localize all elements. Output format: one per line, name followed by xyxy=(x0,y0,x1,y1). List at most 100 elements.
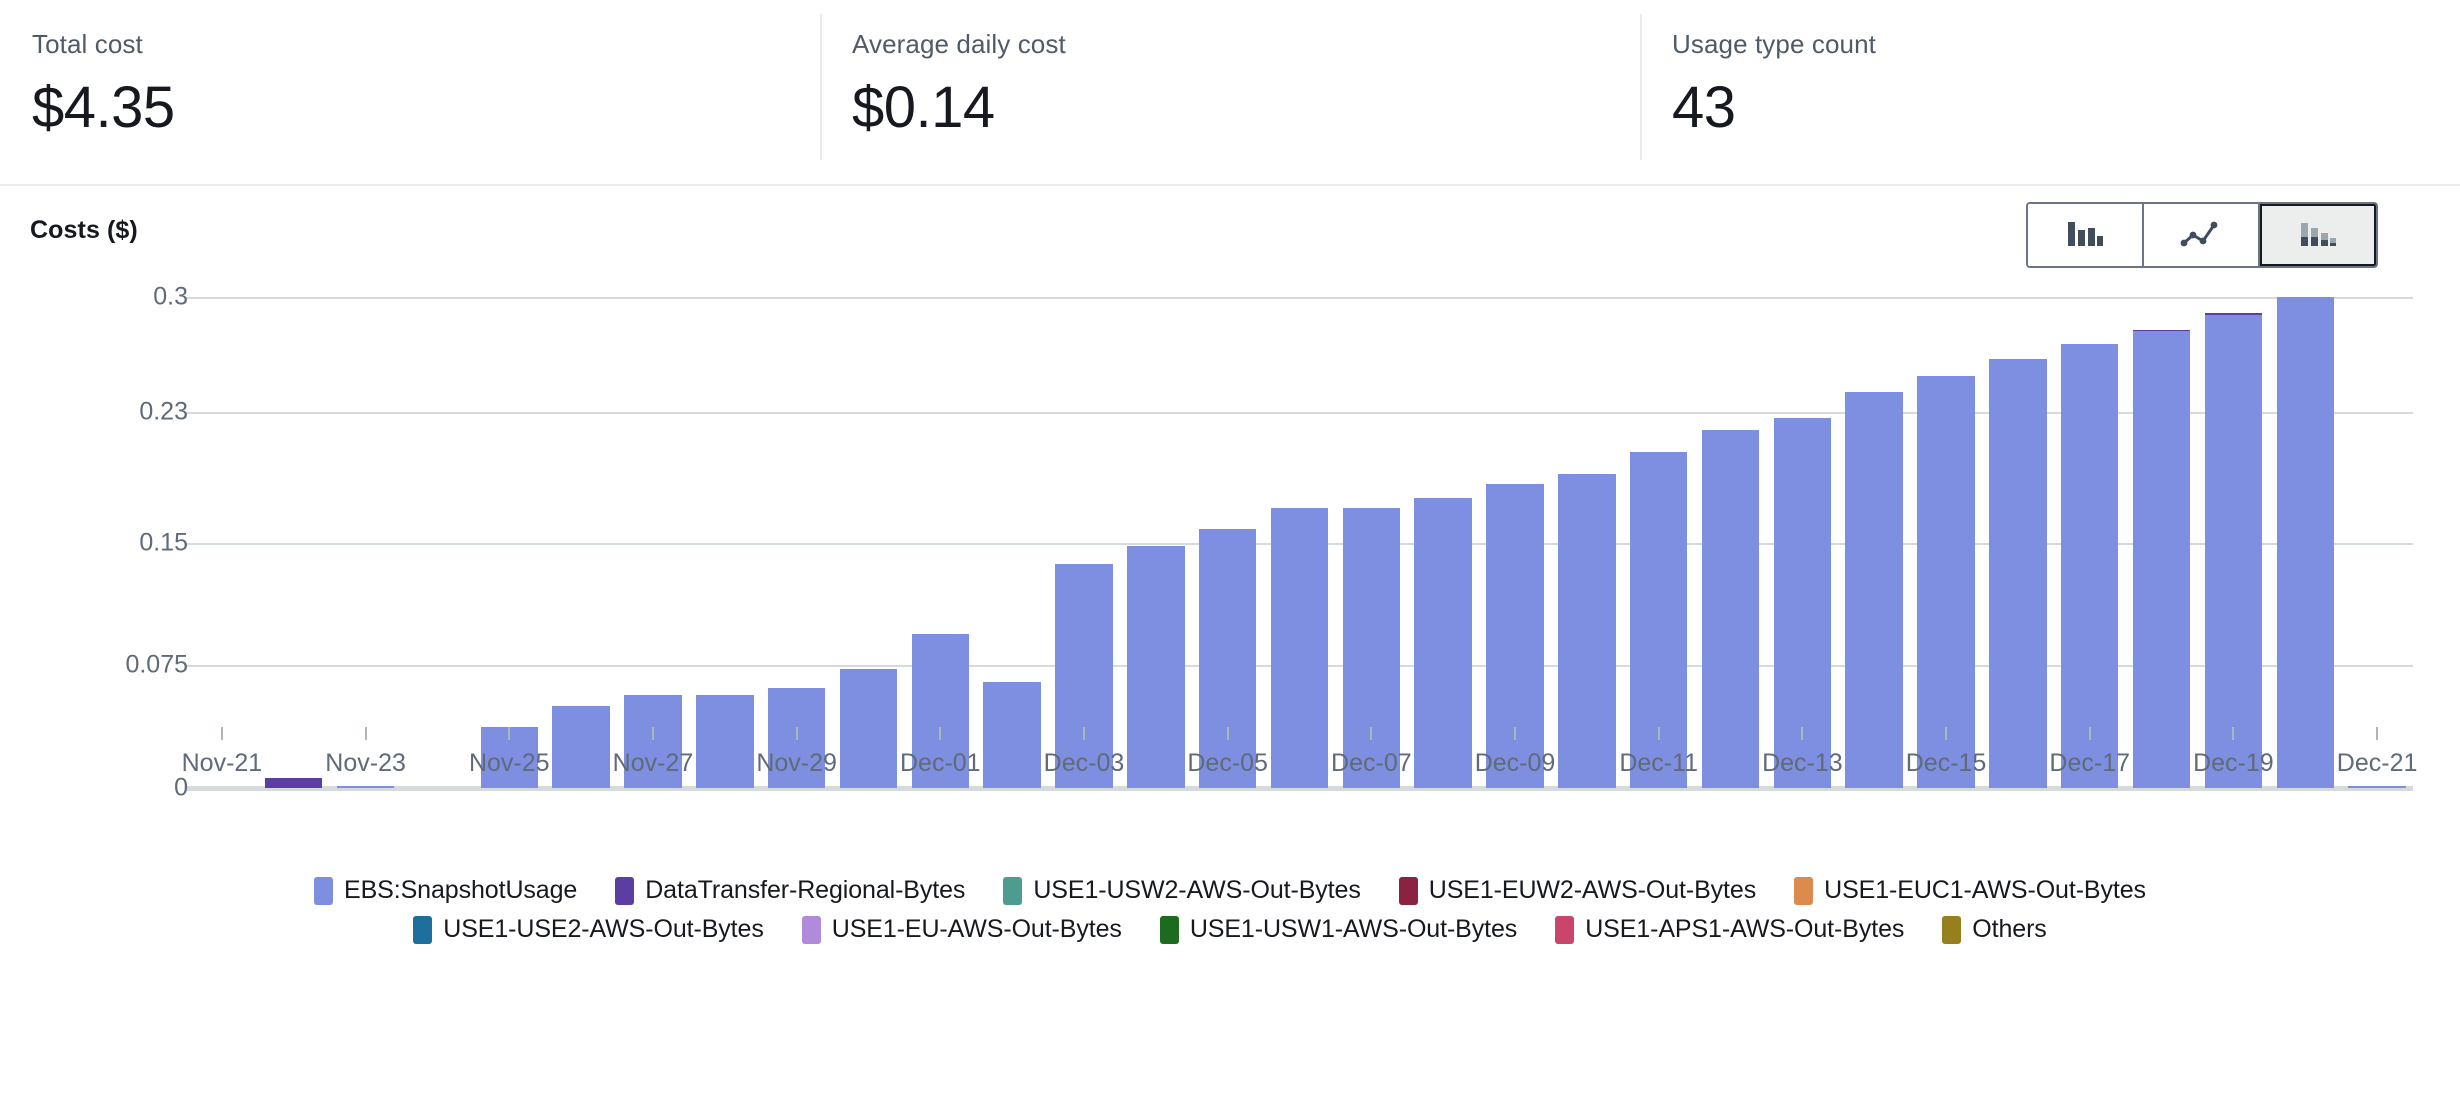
legend-item-label: USE1-EU-AWS-Out-Bytes xyxy=(832,915,1122,944)
legend-color-swatch xyxy=(1160,916,1179,944)
y-axis-tick-label: 0.075 xyxy=(125,651,188,680)
x-axis-tick-mark xyxy=(1514,727,1516,740)
legend-item[interactable]: USE1-EU-AWS-Out-Bytes xyxy=(802,915,1122,944)
legend-item[interactable]: Others xyxy=(1942,915,2046,944)
chart-x-axis-ticks: Nov-21Nov-23Nov-25Nov-27Nov-29Dec-01Dec-… xyxy=(186,727,2413,787)
legend-color-swatch xyxy=(1794,877,1813,905)
legend-row: EBS:SnapshotUsage DataTransfer-Regional-B… xyxy=(0,876,2460,905)
usage-type-count-value: 43 xyxy=(1672,74,2460,142)
x-axis-tick-mark xyxy=(2232,727,2234,740)
average-daily-cost-value: $0.14 xyxy=(852,74,1640,142)
x-axis-tick-mark xyxy=(939,727,941,740)
x-axis-tick-label: Dec-11 xyxy=(1619,749,1698,778)
x-axis-tick-mark xyxy=(796,727,798,740)
legend-item[interactable]: EBS:SnapshotUsage xyxy=(314,876,577,905)
average-daily-cost-label: Average daily cost xyxy=(852,28,1640,60)
usage-type-count-label: Usage type count xyxy=(1672,28,2460,60)
chart-bar[interactable] xyxy=(2133,330,2190,788)
x-axis-tick-label: Nov-29 xyxy=(756,749,837,778)
legend-color-swatch xyxy=(1003,877,1022,905)
legend-item-label: DataTransfer-Regional-Bytes xyxy=(645,876,965,905)
x-axis-tick-label: Nov-23 xyxy=(325,749,406,778)
legend-item-label: Others xyxy=(1972,915,2046,944)
chart-bar-segment xyxy=(1989,359,2046,788)
legend-color-swatch xyxy=(615,877,634,905)
chart-bar-segment xyxy=(2061,344,2118,788)
x-axis-tick-label: Dec-15 xyxy=(1906,749,1987,778)
x-axis-tick-mark xyxy=(1370,727,1372,740)
legend-item[interactable]: USE1-USE2-AWS-Out-Bytes xyxy=(413,915,763,944)
chart-bars-layer xyxy=(186,297,2413,788)
chart-type-toggle-group[interactable] xyxy=(2026,202,2378,268)
legend-item[interactable]: DataTransfer-Regional-Bytes xyxy=(615,876,965,905)
chart-bar[interactable] xyxy=(2061,344,2118,788)
chart-y-axis-title: Costs ($) xyxy=(30,216,138,245)
y-axis-tick-label: 0.3 xyxy=(153,283,188,312)
y-axis-tick-label: 0.15 xyxy=(139,528,188,557)
chart-bar-segment xyxy=(2277,297,2334,788)
chart-legend: EBS:SnapshotUsage DataTransfer-Regional-B… xyxy=(0,876,2460,954)
legend-item[interactable]: USE1-EUC1-AWS-Out-Bytes xyxy=(1794,876,2146,905)
legend-item-label: USE1-EUW2-AWS-Out-Bytes xyxy=(1429,876,1756,905)
legend-item-label: USE1-USW1-AWS-Out-Bytes xyxy=(1190,915,1517,944)
x-axis-tick-mark xyxy=(1658,727,1660,740)
summary-card-total-cost: Total cost $4.35 xyxy=(0,0,820,184)
legend-color-swatch xyxy=(413,916,432,944)
cost-chart-panel: Costs ($) xyxy=(0,186,2460,1108)
legend-color-swatch xyxy=(1399,877,1418,905)
chart-bar-segment xyxy=(2133,331,2190,788)
x-axis-tick-mark xyxy=(508,727,510,740)
x-axis-tick-mark xyxy=(221,727,223,740)
legend-color-swatch xyxy=(314,877,333,905)
x-axis-tick-label: Dec-19 xyxy=(2193,749,2274,778)
total-cost-label: Total cost xyxy=(32,28,820,60)
legend-color-swatch xyxy=(1942,916,1961,944)
summary-card-average-daily-cost: Average daily cost $0.14 xyxy=(820,0,1640,184)
x-axis-tick-label: Nov-25 xyxy=(469,749,550,778)
x-axis-tick-mark xyxy=(1083,727,1085,740)
x-axis-tick-mark xyxy=(1227,727,1229,740)
legend-color-swatch xyxy=(802,916,821,944)
legend-item[interactable]: USE1-EUW2-AWS-Out-Bytes xyxy=(1399,876,1756,905)
legend-item[interactable]: USE1-USW2-AWS-Out-Bytes xyxy=(1003,876,1360,905)
x-axis-tick-label: Dec-13 xyxy=(1762,749,1843,778)
x-axis-tick-label: Dec-01 xyxy=(900,749,981,778)
stacked-bar-chart-view-button[interactable] xyxy=(2260,204,2376,266)
x-axis-tick-label: Dec-05 xyxy=(1187,749,1268,778)
legend-row: USE1-USE2-AWS-Out-Bytes USE1-EU-AWS-Out-B… xyxy=(0,915,2460,944)
x-axis-tick-label: Nov-21 xyxy=(182,749,263,778)
x-axis-tick-label: Dec-07 xyxy=(1331,749,1412,778)
x-axis-tick-mark xyxy=(365,727,367,740)
x-axis-tick-label: Dec-17 xyxy=(2049,749,2130,778)
stacked-bar-chart-icon xyxy=(2298,217,2338,254)
x-axis-tick-mark xyxy=(1801,727,1803,740)
total-cost-value: $4.35 xyxy=(32,74,820,142)
legend-color-swatch xyxy=(1555,916,1574,944)
chart-bar[interactable] xyxy=(1989,359,2046,788)
legend-item-label: USE1-APS1-AWS-Out-Bytes xyxy=(1585,915,1904,944)
x-axis-tick-label: Nov-27 xyxy=(613,749,694,778)
chart-bar[interactable] xyxy=(2205,313,2262,788)
line-chart-icon xyxy=(2180,217,2222,254)
bar-chart-view-button[interactable] xyxy=(2028,204,2144,266)
legend-item-label: EBS:SnapshotUsage xyxy=(344,876,577,905)
x-axis-tick-label: Dec-09 xyxy=(1475,749,1556,778)
y-axis-tick-label: 0.23 xyxy=(139,397,188,426)
chart-plot-area xyxy=(186,297,2413,788)
summary-card-usage-type-count: Usage type count 43 xyxy=(1640,0,2460,184)
x-axis-tick-label: Dec-21 xyxy=(2337,749,2418,778)
x-axis-tick-label: Dec-03 xyxy=(1044,749,1125,778)
line-chart-view-button[interactable] xyxy=(2144,204,2260,266)
legend-item-label: USE1-USW2-AWS-Out-Bytes xyxy=(1033,876,1360,905)
x-axis-tick-mark xyxy=(2089,727,2091,740)
legend-item[interactable]: USE1-USW1-AWS-Out-Bytes xyxy=(1160,915,1517,944)
x-axis-tick-mark xyxy=(1945,727,1947,740)
legend-item[interactable]: USE1-APS1-AWS-Out-Bytes xyxy=(1555,915,1904,944)
chart-bar[interactable] xyxy=(2277,297,2334,788)
chart-bar-segment xyxy=(2205,315,2262,788)
x-axis-tick-mark xyxy=(652,727,654,740)
legend-item-label: USE1-EUC1-AWS-Out-Bytes xyxy=(1824,876,2146,905)
bar-chart-icon xyxy=(2065,217,2105,254)
summary-metrics-strip: Total cost $4.35 Average daily cost $0.1… xyxy=(0,0,2460,186)
x-axis-tick-mark xyxy=(2376,727,2378,740)
